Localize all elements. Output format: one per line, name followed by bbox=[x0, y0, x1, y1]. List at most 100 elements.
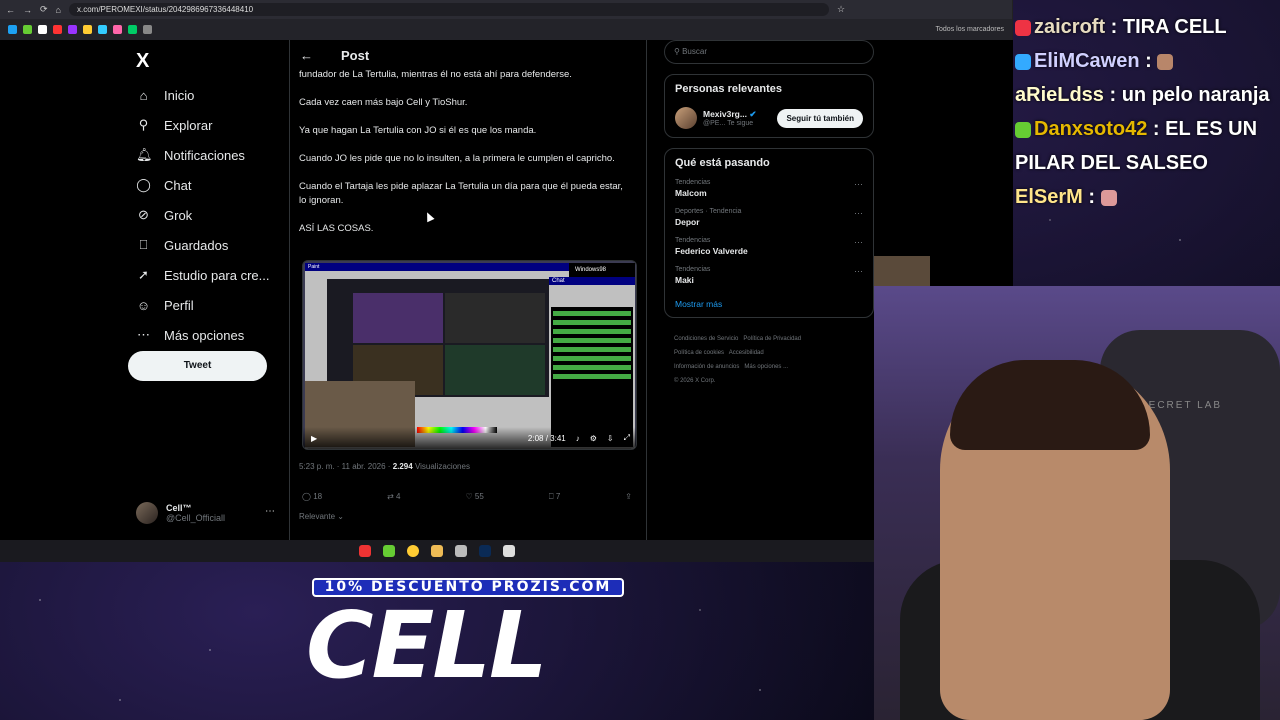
repost-button[interactable]: ⇄ 4 bbox=[387, 492, 400, 502]
video-controls: ▶ 2:08 / 3:41 ♪ ⚙ ⇩ ⤢ bbox=[303, 427, 636, 449]
trend-item[interactable]: Deportes · Tendencia Depor ⋯ bbox=[675, 208, 863, 227]
folder-icon[interactable] bbox=[431, 545, 443, 557]
back-arrow-icon[interactable]: ← bbox=[6, 5, 15, 15]
post-header: ← Post bbox=[300, 48, 369, 63]
follows-you-badge: Te sigue bbox=[727, 120, 754, 127]
footer-link[interactable]: Información de anuncios bbox=[674, 364, 739, 370]
account-more-icon[interactable]: ⋯ bbox=[265, 506, 275, 517]
copyright: © 2026 X Corp. bbox=[674, 378, 716, 384]
footer-link[interactable]: Condiciones de Servicio bbox=[674, 336, 738, 342]
nav-item-creator-studio[interactable]: ➚ Estudio para cre... bbox=[136, 260, 269, 290]
tweet-button[interactable]: Tweet bbox=[128, 351, 267, 381]
photoshop-icon[interactable] bbox=[479, 545, 491, 557]
webcam-thumbnail bbox=[353, 293, 443, 343]
bookmark-icon[interactable] bbox=[38, 25, 47, 34]
more-icon[interactable]: ⋯ bbox=[854, 237, 863, 248]
app-icon[interactable] bbox=[383, 545, 395, 557]
relevant-person[interactable]: Mexiv3rg... ✔ @PE... Te sigue Seguir tú … bbox=[675, 107, 863, 129]
post-column: ← Post fundador de La Tertulia, mientras… bbox=[289, 40, 647, 540]
person-handle: @PE... Te sigue bbox=[703, 120, 754, 127]
url-field[interactable]: x.com/PEROMEXI/status/204298696733644841… bbox=[68, 3, 829, 16]
webcam-thumbnail bbox=[445, 345, 545, 395]
browser-window: ← → ⟳ ⌂ x.com/PEROMEXI/status/2042986967… bbox=[0, 0, 1013, 562]
bookmark-icon[interactable] bbox=[83, 25, 92, 34]
trend-item[interactable]: Tendencias Federico Valverde ⋯ bbox=[675, 237, 863, 256]
forward-arrow-icon[interactable]: → bbox=[23, 5, 32, 15]
post-timestamp[interactable]: 5:23 p. m. · 11 abr. 2026 · bbox=[299, 462, 393, 471]
footer-link[interactable]: Accesibilidad bbox=[729, 350, 764, 356]
nav-item-bookmarks[interactable]: ⎕ Guardados bbox=[136, 230, 270, 260]
bookmarks-folder[interactable]: Todos los marcadores bbox=[936, 26, 1004, 33]
search-icon: ⚲ bbox=[138, 117, 149, 132]
reply-sort-dropdown[interactable]: Relevante ⌄ bbox=[299, 512, 344, 521]
share-icon[interactable]: ⇪ bbox=[625, 492, 632, 502]
trend-item[interactable]: Tendencias Maki ⋯ bbox=[675, 266, 863, 285]
post-paragraph: Cuando JO les pide que no lo insulten, a… bbox=[299, 153, 615, 164]
nav-item-profile[interactable]: ☺ Perfil bbox=[136, 290, 270, 320]
emote-icon bbox=[1157, 53, 1174, 70]
footer-links: Condiciones de Servicio Política de Priv… bbox=[664, 332, 874, 388]
post-text: fundador de La Tertulia, mientras él no … bbox=[299, 68, 629, 250]
account-switcher[interactable]: Cell™ @Cell_Officiall bbox=[136, 502, 225, 524]
bookmark-icon[interactable] bbox=[143, 25, 152, 34]
badge-icon bbox=[1015, 121, 1031, 138]
chat-message: aRieLdss : un pelo naranja bbox=[1015, 84, 1270, 106]
more-icon[interactable]: ⋯ bbox=[854, 266, 863, 277]
relevant-people-panel: Personas relevantes Mexiv3rg... ✔ @PE...… bbox=[664, 74, 874, 138]
more-icon[interactable]: ⋯ bbox=[854, 208, 863, 219]
chrome-icon[interactable] bbox=[407, 545, 419, 557]
trend-item[interactable]: Tendencias Malcom ⋯ bbox=[675, 179, 863, 198]
bookmark-icon[interactable] bbox=[128, 25, 137, 34]
video-time: 2:08 / 3:41 bbox=[527, 433, 566, 443]
repost-icon: ⇄ bbox=[387, 492, 397, 501]
volume-icon[interactable]: ♪ bbox=[576, 434, 580, 443]
page-title: Post bbox=[341, 48, 370, 63]
settings-icon[interactable]: ⚙ bbox=[590, 434, 597, 443]
nav-item-explore[interactable]: ⚲ Explorar bbox=[136, 110, 270, 140]
nav-item-chat[interactable]: ◯ Chat bbox=[136, 170, 270, 200]
post-paragraph: Cada vez caen más bajo Cell y TioShur. bbox=[299, 97, 468, 108]
bookmark-icon[interactable] bbox=[23, 25, 32, 34]
chat-message: ElSerM : bbox=[1015, 180, 1280, 214]
search-input[interactable]: ⚲ Buscar bbox=[664, 40, 874, 64]
fullscreen-icon[interactable]: ⤢ bbox=[624, 433, 630, 443]
bookmark-icon[interactable] bbox=[113, 25, 122, 34]
account-handle: @Cell_Officiall bbox=[166, 513, 225, 523]
app-icon[interactable] bbox=[455, 545, 467, 557]
show-more-link[interactable]: Mostrar más bbox=[675, 299, 863, 309]
streamer-brand: CELL bbox=[306, 592, 548, 699]
chat-title: Chat bbox=[549, 277, 635, 285]
bookmark-icon[interactable] bbox=[98, 25, 107, 34]
bookmark-button[interactable]: ⎕ 7 bbox=[549, 492, 560, 502]
nav-item-more[interactable]: ⋯ Más opciones bbox=[136, 320, 270, 350]
app-icon[interactable] bbox=[359, 545, 371, 557]
more-icon[interactable]: ⋯ bbox=[854, 179, 863, 190]
download-icon[interactable]: ⇩ bbox=[607, 434, 614, 443]
nav-item-home[interactable]: ⌂ Inicio bbox=[136, 80, 270, 110]
nav-item-grok[interactable]: ⊘ Grok bbox=[136, 200, 270, 230]
home-icon[interactable]: ⌂ bbox=[56, 5, 61, 15]
like-button[interactable]: ♡ 55 bbox=[465, 492, 483, 502]
back-arrow-icon[interactable]: ← bbox=[300, 48, 313, 63]
app-icon[interactable] bbox=[503, 545, 515, 557]
chat-line bbox=[553, 329, 631, 334]
bookmark-icon[interactable] bbox=[8, 25, 17, 34]
star-icon[interactable]: ☆ bbox=[837, 4, 845, 15]
reply-button[interactable]: ◯ 18 bbox=[302, 492, 322, 502]
view-count: 2.294 bbox=[392, 462, 413, 471]
footer-link[interactable]: Política de Privacidad bbox=[743, 336, 801, 342]
footer-link[interactable]: Más opciones ... bbox=[744, 364, 788, 370]
bookmark-icon[interactable] bbox=[68, 25, 77, 34]
footer-link[interactable]: Política de cookies bbox=[674, 350, 724, 356]
reload-icon[interactable]: ⟳ bbox=[40, 4, 48, 15]
chat-message: zaicroft : TIRA CELL bbox=[1015, 10, 1280, 44]
play-icon[interactable]: ▶ bbox=[311, 434, 317, 443]
x-logo-icon[interactable]: X bbox=[136, 50, 149, 73]
bookmark-icon[interactable] bbox=[53, 25, 62, 34]
follow-back-button[interactable]: Seguir tú también bbox=[777, 108, 863, 128]
chat-window: Chat bbox=[549, 277, 635, 449]
nav-item-notifications[interactable]: 🔔︎ Notificaciones bbox=[136, 140, 270, 170]
chat-line bbox=[553, 347, 631, 352]
post-paragraph: ASÍ LAS COSAS. bbox=[299, 223, 374, 234]
video-player[interactable]: Paint Windows98 Chat ▶ 2:08 / 3:41 ♪ ⚙ ⇩… bbox=[302, 260, 637, 450]
